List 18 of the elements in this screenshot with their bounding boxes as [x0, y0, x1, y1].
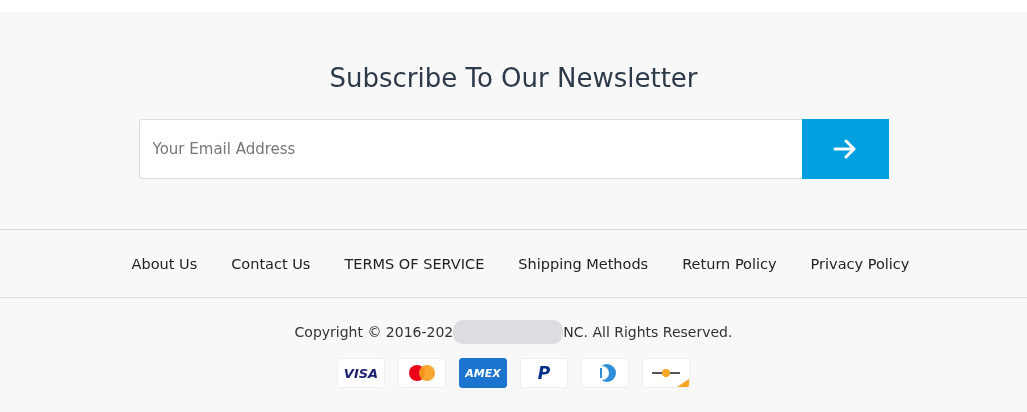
diners-card-icon: [581, 358, 629, 388]
visa-card-icon: VISA: [337, 358, 385, 388]
paypal-card-icon: P: [520, 358, 568, 388]
amex-card-icon: AMEX: [459, 358, 507, 388]
footer-link[interactable]: Contact Us: [231, 255, 311, 272]
copyright-text: Copyright © 2016-202: [294, 324, 454, 340]
newsletter-title: Subscribe To Our Newsletter: [329, 62, 698, 94]
arrow-right-icon: [833, 139, 857, 159]
submit-button[interactable]: [801, 119, 889, 179]
footer-link[interactable]: Shipping Methods: [518, 255, 649, 272]
footer-link[interactable]: TERMS OF SERVICE: [344, 255, 485, 272]
footer-link[interactable]: Privacy Policy: [810, 255, 910, 272]
copyright-text: NC. All Rights Reserved.: [563, 324, 733, 340]
payment-card-icon: [642, 358, 690, 388]
mastercard-card-icon: [398, 358, 446, 388]
email-field[interactable]: Your Email Address: [138, 119, 802, 179]
footer-link[interactable]: About Us: [131, 255, 198, 272]
footer-link[interactable]: Return Policy: [682, 255, 777, 272]
